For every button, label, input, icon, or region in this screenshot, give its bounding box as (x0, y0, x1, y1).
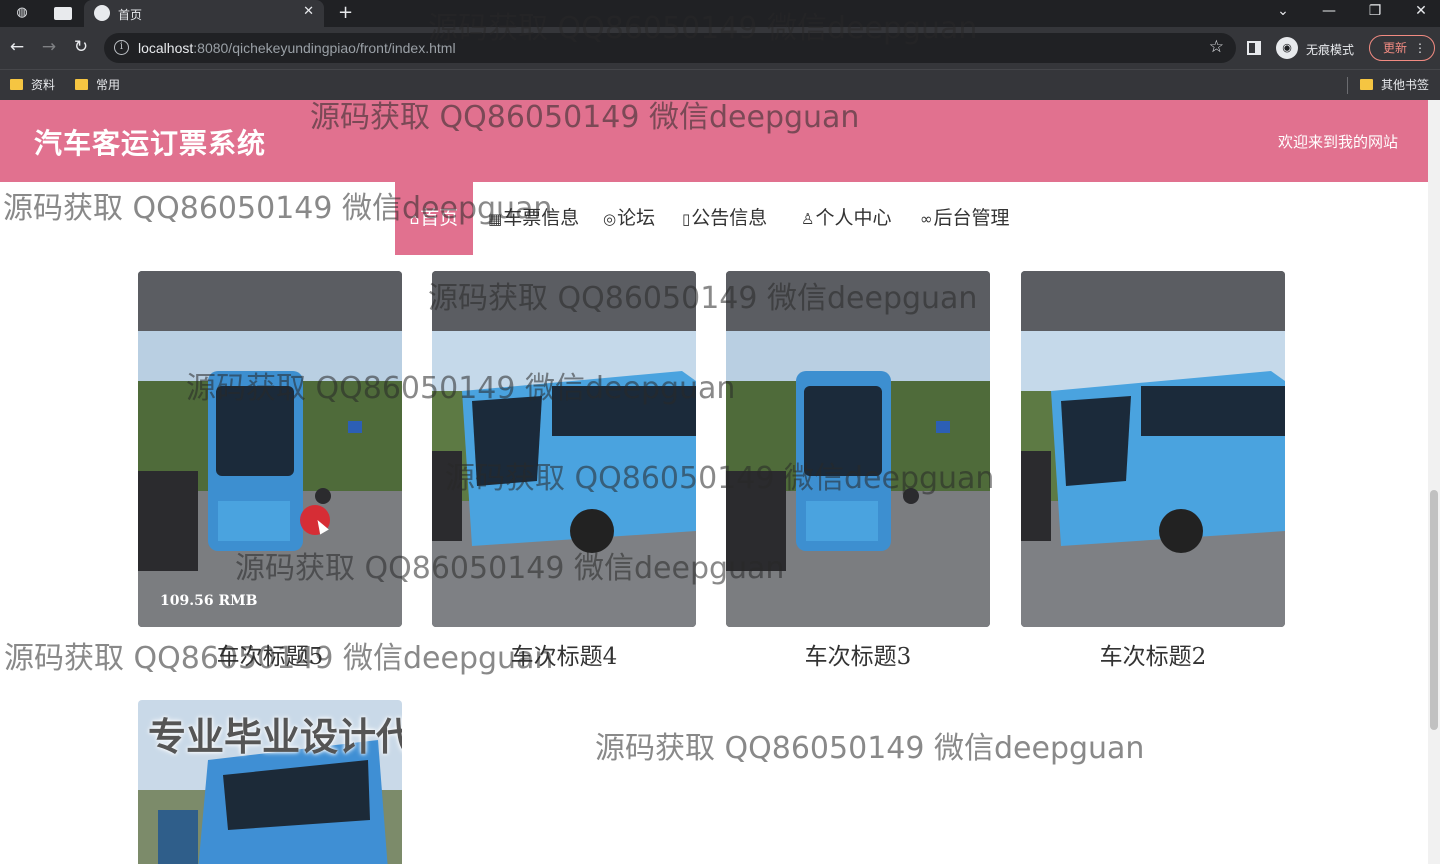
bus-image[interactable] (726, 271, 990, 627)
back-button[interactable]: ← (6, 37, 28, 57)
bookmark-label: 其他书签 (1381, 78, 1430, 92)
nav-tickets[interactable]: ▦车票信息 (488, 182, 579, 255)
page-scrollbar[interactable] (1428, 100, 1440, 864)
url-text[interactable]: localhost:8080/qichekeyundingpiao/front/… (138, 40, 456, 56)
menu-icon[interactable]: ⋮ (1414, 36, 1426, 60)
tab-title: 首页 (118, 8, 143, 22)
link-icon: ∞ (920, 210, 933, 228)
folder-icon (1360, 79, 1373, 90)
other-bookmarks[interactable]: 其他书签 (1360, 76, 1429, 94)
globe-icon (94, 5, 110, 21)
url-path: :8080/qichekeyundingpiao/front/index.htm… (193, 40, 456, 56)
minimize-button[interactable]: — (1314, 3, 1344, 19)
address-bar[interactable]: i localhost:8080/qichekeyundingpiao/fron… (104, 33, 1236, 63)
nav-label: 车票信息 (503, 207, 580, 229)
forward-button[interactable]: → (38, 37, 60, 57)
promo-text: 专业毕业设计代做 (148, 715, 402, 759)
url-host: localhost (138, 40, 194, 56)
side-panel-icon[interactable] (1247, 41, 1261, 55)
card-title[interactable]: 车次标题3 (726, 637, 990, 671)
welcome-text: 欢迎来到我的网站 (1277, 133, 1398, 151)
palette-icon: ◎ (603, 210, 617, 228)
browser-tab-strip: ◍ 首页 ✕ + ⌄ — ❐ ✕ (0, 0, 1440, 27)
price-label: 109.56 RMB (160, 593, 258, 609)
window-icon[interactable] (54, 7, 72, 20)
card-title[interactable]: 车次标题5 (138, 637, 402, 671)
watermark: 源码获取 QQ86050149 微信deepguan (595, 731, 1145, 766)
close-icon[interactable]: ✕ (303, 4, 314, 19)
web-page: 汽车客运订票系统 欢迎来到我的网站 ⌂首页 ▦车票信息 ◎论坛 ▯公告信息 ♙个… (0, 100, 1428, 864)
site-title: 汽车客运订票系统 (34, 127, 267, 160)
close-window-button[interactable]: ✕ (1406, 3, 1436, 19)
nav-label: 后台管理 (933, 207, 1010, 229)
nav-label: 首页 (420, 207, 459, 229)
grid-icon: ▦ (488, 210, 503, 228)
promo-card[interactable]: 专业毕业设计代做 (138, 700, 402, 864)
divider (1347, 77, 1348, 94)
update-label: 更新 (1383, 41, 1408, 55)
restore-button[interactable]: ❐ (1360, 3, 1390, 19)
nav-notices[interactable]: ▯公告信息 (682, 182, 767, 255)
home-icon: ⌂ (409, 210, 420, 228)
update-button[interactable]: 更新 ⋮ (1369, 35, 1435, 61)
bus-photo (138, 271, 402, 627)
bus-photo (432, 271, 696, 627)
main-nav: ⌂首页 ▦车票信息 ◎论坛 ▯公告信息 ♙个人中心 ∞后台管理 (0, 182, 1428, 255)
scrollbar-thumb[interactable] (1430, 490, 1438, 730)
bookmarks-bar: 资料 常用 其他书签 (0, 69, 1440, 100)
nav-label: 个人中心 (815, 207, 892, 229)
bus-photo (1021, 271, 1285, 627)
bus-photo (726, 271, 990, 627)
folder-icon (10, 79, 23, 90)
browser-toolbar: ← → ↻ i localhost:8080/qichekeyundingpia… (0, 27, 1440, 69)
user-icon: ♙ (801, 210, 815, 228)
site-header: 汽车客运订票系统 欢迎来到我的网站 (0, 100, 1428, 182)
folder-icon (75, 79, 88, 90)
card-title[interactable]: 车次标题4 (432, 637, 696, 671)
nav-admin[interactable]: ∞后台管理 (920, 182, 1010, 255)
card-title[interactable]: 车次标题2 (1021, 637, 1285, 671)
nav-label: 论坛 (617, 207, 656, 229)
bus-image[interactable]: 109.56 RMB (138, 271, 402, 627)
bookmark-folder[interactable]: 资料 (10, 76, 55, 94)
reload-button[interactable]: ↻ (70, 37, 92, 57)
globe-icon[interactable]: ◍ (14, 5, 30, 21)
browser-tab[interactable]: 首页 ✕ (84, 0, 324, 27)
nav-forum[interactable]: ◎论坛 (603, 182, 655, 255)
bookmark-label: 资料 (31, 78, 56, 92)
nav-profile[interactable]: ♙个人中心 (801, 182, 891, 255)
bookmark-label: 常用 (96, 78, 121, 92)
new-tab-button[interactable]: + (338, 2, 353, 23)
bookmark-folder[interactable]: 常用 (75, 76, 120, 94)
nav-home[interactable]: ⌂首页 (395, 182, 473, 255)
star-icon[interactable]: ☆ (1209, 37, 1224, 57)
bus-image[interactable] (432, 271, 696, 627)
bus-image[interactable] (1021, 271, 1285, 627)
incognito-icon: ◉ (1276, 37, 1298, 59)
chevron-down-icon[interactable]: ⌄ (1268, 3, 1298, 19)
info-icon[interactable]: i (114, 40, 129, 55)
nav-label: 公告信息 (691, 207, 768, 229)
clipboard-icon: ▯ (682, 210, 691, 228)
incognito-label: 无痕模式 (1306, 43, 1355, 57)
